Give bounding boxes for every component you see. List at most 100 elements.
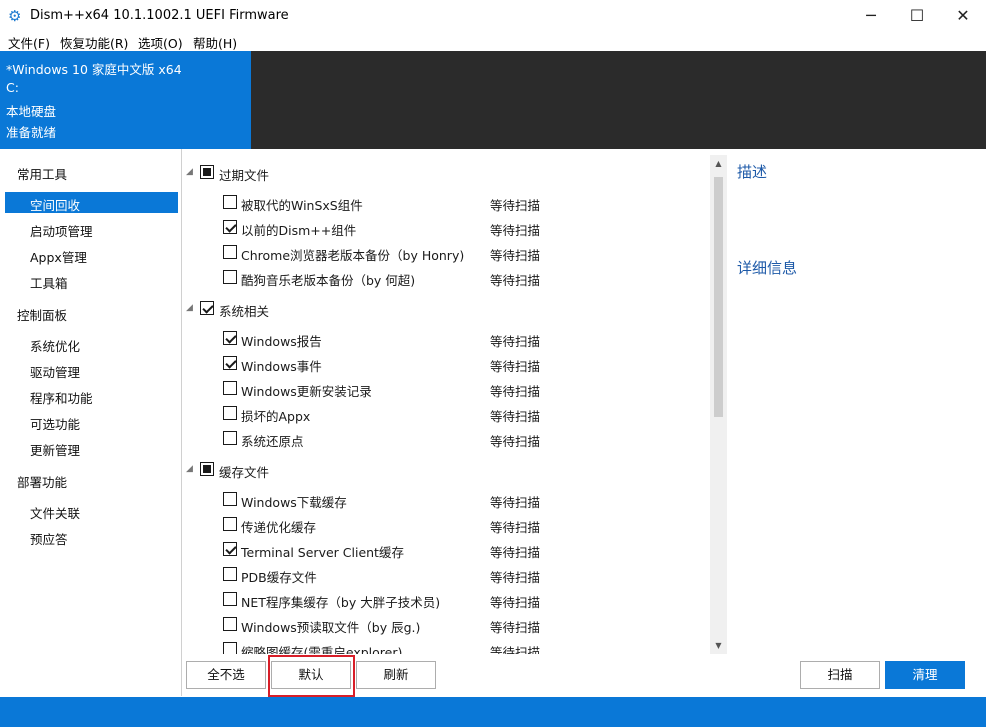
item-checkbox[interactable] [223,356,237,370]
group-checkbox[interactable] [200,165,214,179]
sidebar-item-optional-features[interactable]: 可选功能 [30,414,80,433]
minimize-button[interactable]: ─ [848,0,894,31]
list-item[interactable]: 缩略图缓存(需重启explorer) 等待扫描 [182,639,712,654]
default-button-highlight [268,655,355,697]
item-status: 等待扫描 [490,334,541,349]
item-checkbox[interactable] [223,542,237,556]
item-checkbox[interactable] [223,517,237,531]
list-item[interactable]: Windows预读取文件（by 辰g.) 等待扫描 [182,614,712,636]
list-item[interactable]: 系统还原点 等待扫描 [182,428,712,450]
list-item[interactable]: 酷狗音乐老版本备份（by 何超) 等待扫描 [182,267,712,289]
group-label: 系统相关 [219,304,270,319]
list-item[interactable]: NET程序集缓存（by 大胖子技术员) 等待扫描 [182,589,712,611]
header-blank-area [251,51,986,149]
list-item[interactable]: Windows更新安装记录 等待扫描 [182,378,712,400]
item-checkbox[interactable] [223,245,237,259]
scroll-thumb[interactable] [714,177,723,417]
scroll-up-icon[interactable]: ▲ [710,155,727,172]
maximize-button[interactable]: ☐ [894,0,940,31]
sidebar-item-file-assoc[interactable]: 文件关联 [30,503,80,522]
list-item[interactable]: Windows下载缓存 等待扫描 [182,489,712,511]
item-status: 等待扫描 [490,223,541,238]
close-button[interactable]: ✕ [940,0,986,31]
group-checkbox[interactable] [200,301,214,315]
collapse-arrow-icon[interactable]: ◢ [186,167,193,177]
item-checkbox[interactable] [223,381,237,395]
group-label: 缓存文件 [219,465,270,480]
list-item[interactable]: Windows报告 等待扫描 [182,328,712,350]
item-status: 等待扫描 [490,520,541,535]
list-item[interactable]: 损坏的Appx 等待扫描 [182,403,712,425]
item-status: 等待扫描 [490,248,541,263]
collapse-arrow-icon[interactable]: ◢ [186,303,193,313]
title-bar: ⚙ Dism++x64 10.1.1002.1 UEFI Firmware ─ … [0,0,986,31]
item-checkbox[interactable] [223,431,237,445]
sidebar-item-space-reclaim[interactable]: 空间回收 [30,195,80,214]
menu-file[interactable]: 文件(F) [8,33,50,52]
sidebar: 常用工具 空间回收 启动项管理 Appx管理 工具箱 控制面板 系统优化 驱动管… [0,149,182,696]
item-label: Windows事件 [241,359,322,374]
group-checkbox[interactable] [200,462,214,476]
item-checkbox[interactable] [223,270,237,284]
item-status: 等待扫描 [490,359,541,374]
item-label: Windows更新安装记录 [241,384,372,399]
group-expired-files[interactable]: ◢ 过期文件 [182,162,712,184]
item-checkbox[interactable] [223,642,237,654]
details-heading: 详细信息 [737,259,798,277]
item-label: NET程序集缓存（by 大胖子技术员) [241,595,441,610]
sidebar-item-startup[interactable]: 启动项管理 [30,221,93,240]
list-item[interactable]: 以前的Dism++组件 等待扫描 [182,217,712,239]
item-checkbox[interactable] [223,567,237,581]
item-label: 传递优化缓存 [241,520,317,535]
menu-recovery[interactable]: 恢复功能(R) [60,33,128,52]
list-item[interactable]: 传递优化缓存 等待扫描 [182,514,712,536]
group-cache-files[interactable]: ◢ 缓存文件 [182,459,712,481]
scan-button[interactable]: 扫描 [800,661,880,689]
session-status: 准备就绪 [6,125,57,140]
deselect-all-button[interactable]: 全不选 [186,661,266,689]
window-title: Dism++x64 10.1.1002.1 UEFI Firmware [30,8,289,23]
list-item[interactable]: Windows事件 等待扫描 [182,353,712,375]
sidebar-item-unattend[interactable]: 预应答 [30,529,68,548]
session-info-panel[interactable]: *Windows 10 家庭中文版 x64 C: 本地硬盘 准备就绪 [0,51,251,149]
sidebar-item-appx[interactable]: Appx管理 [30,247,87,266]
item-checkbox[interactable] [223,331,237,345]
item-label: 酷狗音乐老版本备份（by 何超) [241,273,416,288]
item-label: Windows预读取文件（by 辰g.) [241,620,421,635]
item-checkbox[interactable] [223,592,237,606]
sidebar-item-drivers[interactable]: 驱动管理 [30,362,80,381]
item-label: 被取代的WinSxS组件 [241,198,363,213]
sidebar-item-programs[interactable]: 程序和功能 [30,388,93,407]
sidebar-group-common-tools: 常用工具 [17,167,68,182]
item-status: 等待扫描 [490,620,541,635]
item-status: 等待扫描 [490,409,541,424]
sidebar-item-updates[interactable]: 更新管理 [30,440,80,459]
refresh-button[interactable]: 刷新 [356,661,436,689]
item-checkbox[interactable] [223,617,237,631]
list-item[interactable]: Chrome浏览器老版本备份（by Honry) 等待扫描 [182,242,712,264]
item-checkbox[interactable] [223,195,237,209]
list-item[interactable]: PDB缓存文件 等待扫描 [182,564,712,586]
item-checkbox[interactable] [223,220,237,234]
group-label: 过期文件 [219,168,270,183]
sidebar-item-system-optimize[interactable]: 系统优化 [30,336,80,355]
drive-letter: C: [6,80,19,95]
item-status: 等待扫描 [490,595,541,610]
clean-button[interactable]: 清理 [885,661,965,689]
gears-icon: ⚙ [8,7,22,25]
list-item[interactable]: Terminal Server Client缓存 等待扫描 [182,539,712,561]
list-scrollbar[interactable]: ▲ ▼ [710,155,727,654]
group-system-related[interactable]: ◢ 系统相关 [182,298,712,320]
item-checkbox[interactable] [223,492,237,506]
item-label: 缩略图缓存(需重启explorer) [241,645,403,654]
menu-bar: 文件(F) 恢复功能(R) 选项(O) 帮助(H) [0,31,986,51]
sidebar-item-toolbox[interactable]: 工具箱 [30,273,68,292]
scroll-down-icon[interactable]: ▼ [710,637,727,654]
menu-help[interactable]: 帮助(H) [193,33,237,52]
menu-options[interactable]: 选项(O) [138,33,183,52]
list-item[interactable]: 被取代的WinSxS组件 等待扫描 [182,192,712,214]
item-checkbox[interactable] [223,406,237,420]
item-label: 以前的Dism++组件 [241,223,357,238]
collapse-arrow-icon[interactable]: ◢ [186,464,193,474]
item-label: Terminal Server Client缓存 [241,545,404,560]
